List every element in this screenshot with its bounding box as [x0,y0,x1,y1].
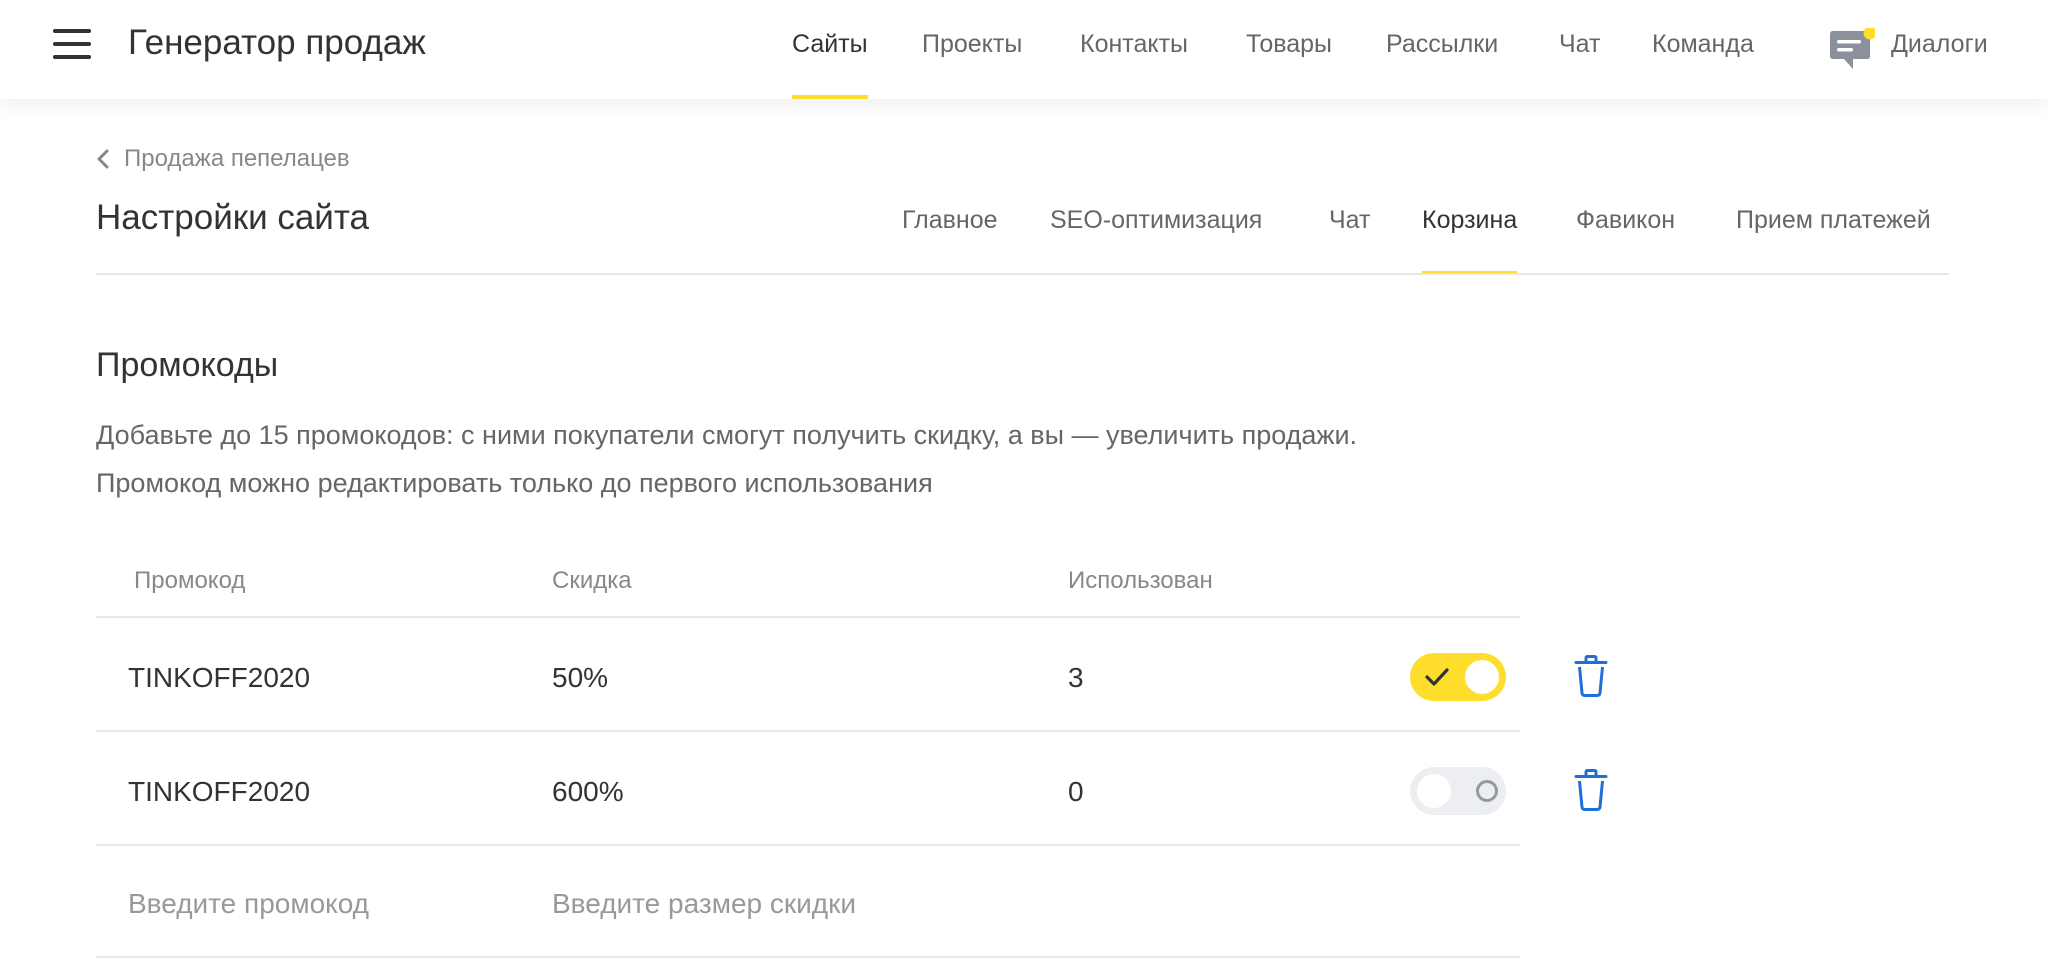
section-title: Промокоды [96,346,279,384]
tab-chat[interactable]: Чат [1329,202,1370,275]
main-nav: Сайты Проекты Контакты Товары Рассылки Ч… [0,0,2048,99]
promo-code: TINKOFF2020 [128,662,311,693]
toggle-knob [1417,774,1451,808]
chat-bubble-icon [1830,28,1875,69]
row-divider [96,956,1520,958]
column-header-discount: Скидка [552,567,632,594]
check-icon [1425,668,1449,686]
trash-icon[interactable] [1574,655,1608,697]
description-line-2: Промокод можно редактировать только до п… [96,468,933,498]
promo-toggle[interactable] [1410,767,1506,815]
promo-code: TINKOFF2020 [128,776,311,807]
promo-discount: 50% [552,662,609,693]
promo-discount: 600% [552,776,624,807]
header-divider [96,273,1949,275]
tab-main[interactable]: Главное [902,202,998,275]
top-bar: Генератор продаж Сайты Проекты Контакты … [0,0,2048,99]
row-divider [96,730,1520,732]
column-header-code: Промокод [134,567,246,594]
promo-used-count: 3 [1068,662,1084,693]
nav-item-contacts[interactable]: Контакты [1080,26,1188,99]
promo-used-count: 0 [1068,776,1084,807]
row-divider [96,616,1520,618]
nav-item-team[interactable]: Команда [1652,26,1754,99]
tab-favicon[interactable]: Фавикон [1576,202,1675,275]
description-line-1: Добавьте до 15 промокодов: с ними покупа… [96,420,1358,450]
nav-item-chat[interactable]: Чат [1559,26,1600,99]
nav-item-mailings[interactable]: Рассылки [1386,26,1498,99]
trash-icon[interactable] [1574,769,1608,811]
tab-payments[interactable]: Прием платежей [1736,202,1931,275]
off-circle-icon [1476,780,1498,802]
promo-code-input[interactable] [128,884,528,924]
nav-item-products[interactable]: Товары [1246,26,1332,99]
nav-item-sites[interactable]: Сайты [792,26,868,99]
column-header-used: Использован [1068,567,1213,594]
tab-seo[interactable]: SEO-оптимизация [1050,202,1262,275]
discount-input[interactable] [552,884,1032,924]
dialogs-label: Диалоги [1891,30,1988,58]
promo-toggle[interactable] [1410,653,1506,701]
toggle-knob [1465,660,1499,694]
tab-cart[interactable]: Корзина [1422,202,1518,275]
nav-item-projects[interactable]: Проекты [922,26,1022,99]
row-divider [96,844,1520,846]
